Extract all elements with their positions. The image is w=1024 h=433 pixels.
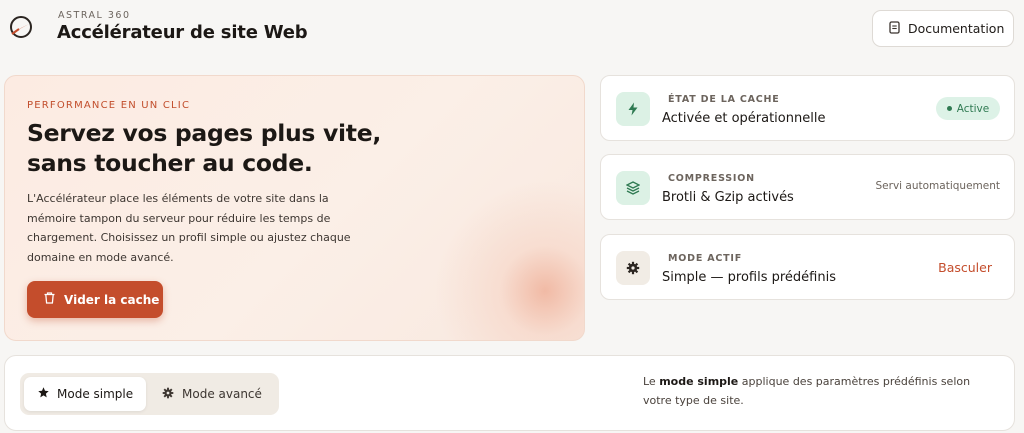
trash-icon [44, 292, 55, 307]
star-icon [38, 387, 49, 401]
documentation-label: Documentation [908, 21, 1005, 36]
status-badge-label: Active [956, 102, 990, 115]
page-title: Accélérateur de site Web [57, 22, 308, 43]
mode-help-text: Le mode simple applique des paramètres p… [643, 372, 993, 410]
hero-panel: PERFORMANCE EN UN CLIC Servez vos pages … [4, 75, 585, 341]
status-dot [946, 106, 952, 111]
hero-description: L'Accélérateur place les éléments de vot… [27, 192, 351, 264]
mode-help-prefix: Le [643, 375, 660, 388]
bolt-icon [616, 92, 650, 126]
mode-help-bold: mode simple [659, 375, 739, 388]
clear-cache-label: Vider la cache [64, 292, 160, 307]
cache-status-label: ÉTAT DE LA CACHE [668, 94, 780, 105]
advanced-mode-tab[interactable]: Mode avancé [162, 377, 262, 411]
astral-logo-icon [8, 14, 34, 40]
simple-mode-label: Mode simple [57, 387, 134, 401]
mode-segmented-control: Mode simple Mode avancé [20, 373, 279, 415]
simple-mode-tab[interactable]: Mode simple [24, 377, 146, 411]
page: ASTRAL 360 Accélérateur de site Web Docu… [0, 0, 1024, 433]
documentation-button[interactable]: Documentation [872, 10, 1014, 47]
advanced-mode-label: Mode avancé [182, 387, 262, 401]
switch-mode-link[interactable]: Basculer [938, 260, 992, 275]
active-mode-label: MODE ACTIF [668, 253, 743, 264]
brand-kicker: ASTRAL 360 [58, 10, 131, 21]
compression-value: Brotli & Gzip activés [662, 190, 794, 205]
cache-status-value: Activée et opérationnelle [662, 111, 826, 126]
document-icon [889, 20, 900, 37]
active-mode-card: MODE ACTIF Simple — profils prédéfinis B… [600, 234, 1015, 300]
active-mode-value: Simple — profils prédéfinis [662, 270, 836, 285]
compression-note: Servi automatiquement [875, 180, 1000, 192]
app-header: ASTRAL 360 Accélérateur de site Web Docu… [0, 0, 1024, 60]
hero-kicker: PERFORMANCE EN UN CLIC [27, 100, 191, 111]
clear-cache-button[interactable]: Vider la cache [27, 281, 163, 318]
mode-switch-panel: Mode simple Mode avancé Le mode simple a… [4, 355, 1015, 431]
gear-icon [162, 387, 174, 402]
compression-label: COMPRESSION [668, 173, 755, 184]
status-badge: Active [936, 97, 1000, 120]
cache-status-card: ÉTAT DE LA CACHE Activée et opérationnel… [600, 75, 1015, 141]
compression-card: COMPRESSION Brotli & Gzip activés Servi … [600, 154, 1015, 220]
layers-icon [616, 171, 650, 205]
gear-icon [616, 251, 650, 285]
hero-title: Servez vos pages plus vite, sans toucher… [27, 119, 381, 177]
